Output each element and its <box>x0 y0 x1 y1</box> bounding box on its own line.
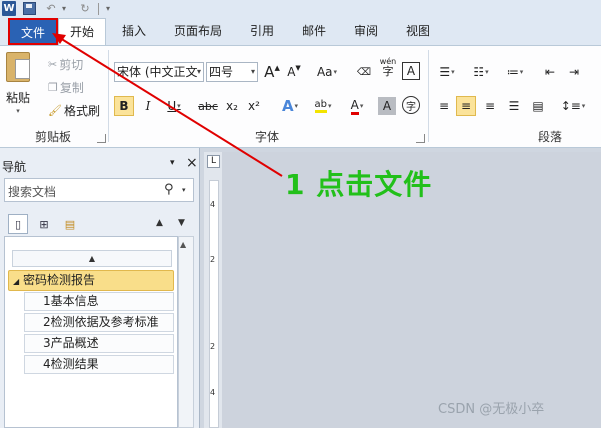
annotation-label: 1 点击文件 <box>285 168 433 201</box>
watermark: CSDN @无极小卒 <box>438 402 545 417</box>
annotation-arrow <box>52 33 283 177</box>
